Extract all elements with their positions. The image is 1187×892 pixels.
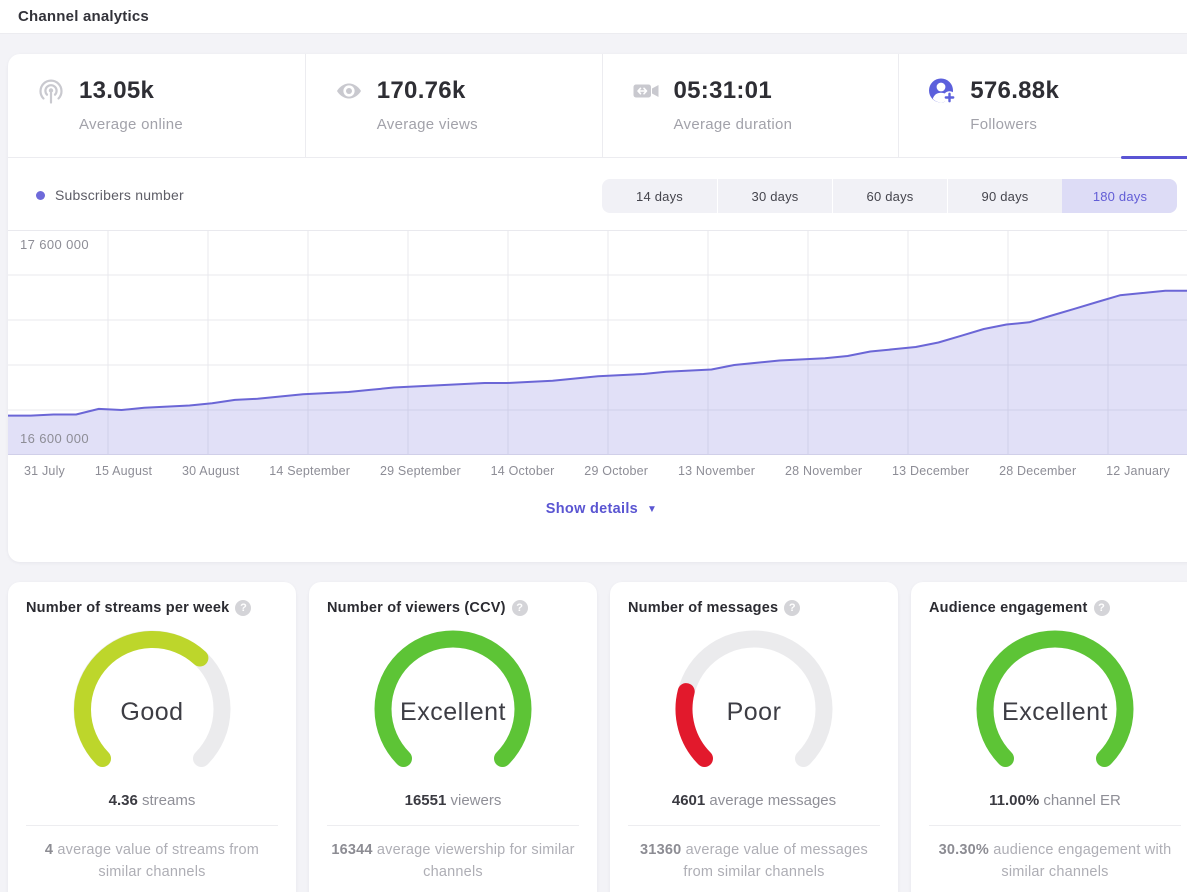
x-tick-label: 14 October (491, 464, 555, 478)
page-header: Channel analytics (0, 0, 1187, 34)
range-180-days[interactable]: 180 days (1062, 179, 1177, 213)
card-title: Number of messages (628, 600, 778, 616)
gauge-card: Number of messages ? Poor 4601 average m… (610, 582, 898, 892)
gauge-value: 4.36 streams (24, 792, 280, 809)
y-axis-min-label: 16 600 000 (20, 431, 89, 446)
card-footer: 16344 average viewership for similar cha… (330, 840, 576, 884)
x-tick-label: 15 August (95, 464, 152, 478)
gauge-rating: Excellent (325, 698, 581, 727)
eye-icon (334, 76, 364, 106)
range-60-days[interactable]: 60 days (832, 179, 947, 213)
chart-legend: Subscribers number (36, 187, 184, 203)
stat-value: 05:31:01 (674, 77, 772, 105)
date-range-selector: 14 days 30 days 60 days 90 days 180 days (602, 179, 1177, 213)
card-footer: 31360 average value of messages from sim… (631, 840, 877, 884)
gauge-card: Audience engagement ? Excellent 11.00% c… (911, 582, 1187, 892)
card-divider (929, 825, 1181, 826)
broadcast-icon (36, 76, 66, 106)
analytics-card: 13.05k Average online 170.76k Average vi… (8, 54, 1187, 562)
gauge-value: 4601 average messages (626, 792, 882, 809)
range-90-days[interactable]: 90 days (947, 179, 1062, 213)
x-tick-label: 28 November (785, 464, 862, 478)
user-add-icon (927, 76, 957, 106)
chevron-down-icon: ▼ (647, 504, 657, 515)
card-divider (26, 825, 278, 826)
stat-label: Followers (970, 116, 1187, 133)
stat-label: Average duration (674, 116, 899, 133)
gauge-card: Number of viewers (CCV) ? Excellent 1655… (309, 582, 597, 892)
range-14-days[interactable]: 14 days (602, 179, 717, 213)
card-title: Number of streams per week (26, 600, 229, 616)
followers-chart-section: Subscribers number 14 days 30 days 60 da… (8, 158, 1187, 518)
gauge: Excellent (325, 622, 581, 780)
stat-label: Average views (377, 116, 602, 133)
gauge: Excellent (927, 622, 1183, 780)
x-tick-label: 12 January (1106, 464, 1170, 478)
stat-value: 13.05k (79, 77, 154, 105)
video-camera-icon (631, 76, 661, 106)
x-tick-label: 30 August (182, 464, 239, 478)
help-icon[interactable]: ? (1094, 600, 1110, 616)
benchmark-cards-row: Number of streams per week ? Good 4.36 s… (8, 582, 1187, 892)
stat-value: 576.88k (970, 77, 1059, 105)
x-tick-label: 14 September (269, 464, 350, 478)
card-divider (327, 825, 579, 826)
stat-label: Average online (79, 116, 305, 133)
help-icon[interactable]: ? (235, 600, 251, 616)
card-footer: 30.30% audience engagement with similar … (932, 840, 1178, 884)
x-tick-label: 13 November (678, 464, 755, 478)
y-axis-max-label: 17 600 000 (20, 237, 89, 252)
x-tick-label: 31 July (24, 464, 65, 478)
card-divider (628, 825, 880, 826)
gauge-card: Number of streams per week ? Good 4.36 s… (8, 582, 296, 892)
help-icon[interactable]: ? (784, 600, 800, 616)
x-tick-label: 29 October (584, 464, 648, 478)
gauge-value: 16551 viewers (325, 792, 581, 809)
help-icon[interactable]: ? (512, 600, 528, 616)
card-footer: 4 average value of streams from similar … (29, 840, 275, 884)
range-30-days[interactable]: 30 days (717, 179, 832, 213)
stat-value: 170.76k (377, 77, 466, 105)
x-tick-label: 28 December (999, 464, 1076, 478)
gauge: Good (24, 622, 280, 780)
gauge-rating: Excellent (927, 698, 1183, 727)
card-title: Number of viewers (CCV) (327, 600, 506, 616)
x-tick-label: 13 December (892, 464, 969, 478)
stats-tabs: 13.05k Average online 170.76k Average vi… (8, 54, 1187, 158)
legend-label: Subscribers number (55, 187, 184, 203)
gauge-value: 11.00% channel ER (927, 792, 1183, 809)
card-title: Audience engagement (929, 600, 1088, 616)
x-axis-labels: 31 July 15 August 30 August 14 September 29 … (8, 455, 1187, 478)
gauge-rating: Poor (626, 698, 882, 727)
show-details-button[interactable]: Show details ▼ (546, 501, 657, 517)
subscribers-area-chart[interactable]: 17 600 000 16 600 000 (8, 230, 1187, 455)
stat-followers[interactable]: 576.88k Followers (898, 54, 1187, 157)
stat-average-duration[interactable]: 05:31:01 Average duration (602, 54, 899, 157)
page-title: Channel analytics (18, 8, 149, 25)
stat-average-online[interactable]: 13.05k Average online (8, 54, 305, 157)
stat-average-views[interactable]: 170.76k Average views (305, 54, 602, 157)
gauge: Poor (626, 622, 882, 780)
gauge-rating: Good (24, 698, 280, 727)
x-tick-label: 29 September (380, 464, 461, 478)
legend-dot-icon (36, 191, 45, 200)
